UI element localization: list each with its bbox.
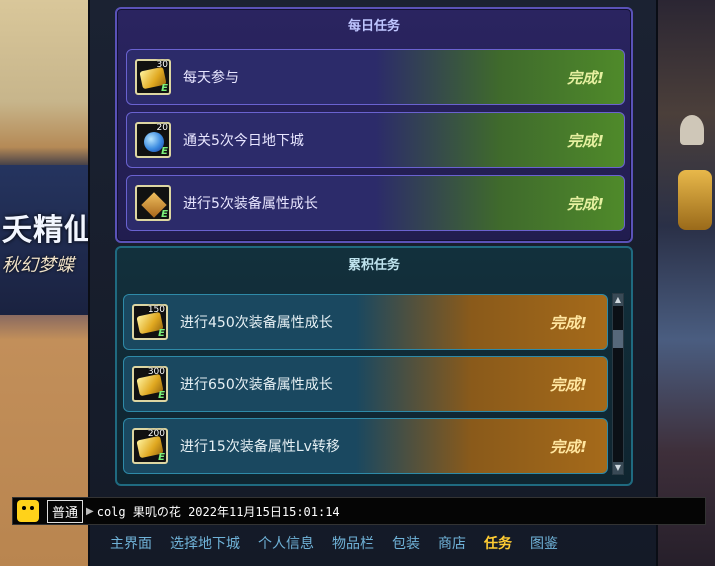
- gold-coin-icon: 150 E: [132, 304, 168, 340]
- accumulated-task-row[interactable]: 300 E 进行650次装备属性成长 完成!: [123, 356, 608, 412]
- nav-inventory[interactable]: 物品栏: [332, 533, 374, 553]
- task-name: 每天参与: [183, 70, 239, 86]
- task-status: 完成!: [550, 313, 587, 332]
- task-status: 完成!: [567, 131, 604, 150]
- right-game-background: [655, 0, 715, 566]
- accumulated-task-row[interactable]: 200 E 进行15次装备属性Lv转移 完成!: [123, 418, 608, 474]
- task-list-scrollbar[interactable]: ▲ ▼: [612, 293, 624, 475]
- event-banner[interactable]: 夭精仙 秋幻梦蝶: [0, 165, 88, 315]
- task-name: 进行15次装备属性Lv转移: [180, 439, 340, 455]
- daily-quests-title: 每日任务: [347, 19, 400, 34]
- blue-gem-icon: 20 E: [135, 122, 171, 158]
- daily-task-row[interactable]: 30 E 每天参与 完成!: [126, 49, 625, 105]
- helmet-icon[interactable]: [680, 115, 704, 145]
- accumulated-task-row[interactable]: 150 E 进行450次装备属性成长 完成!: [123, 294, 608, 350]
- task-status: 完成!: [567, 194, 604, 213]
- nav-main[interactable]: 主界面: [110, 533, 152, 553]
- nav-shop[interactable]: 商店: [438, 533, 466, 553]
- daily-task-row[interactable]: E 进行5次装备属性成长 完成!: [126, 175, 625, 231]
- nav-quest[interactable]: 任务: [484, 533, 512, 553]
- equipment-chip-icon: E: [135, 185, 171, 221]
- gold-coin-icon: 30 E: [135, 59, 171, 95]
- task-name: 通关5次今日地下城: [183, 133, 304, 149]
- gold-coin-icon: 300 E: [132, 366, 168, 402]
- daily-task-row[interactable]: 20 E 通关5次今日地下城 完成!: [126, 112, 625, 168]
- shield-emblem-icon[interactable]: [678, 170, 712, 230]
- chat-bar[interactable]: 普通 ▶ colg 果叽の花 2022年11月15日15:01:14: [12, 497, 706, 525]
- chevron-right-icon: ▶: [86, 505, 94, 517]
- scroll-down-icon[interactable]: ▼: [613, 462, 623, 474]
- bottom-nav: 主界面 选择地下城 个人信息 物品栏 包装 商店 任务 图鉴: [110, 528, 630, 558]
- scroll-thumb[interactable]: [613, 330, 623, 348]
- task-status: 完成!: [550, 437, 587, 456]
- gold-coin-icon: 200 E: [132, 428, 168, 464]
- nav-collection[interactable]: 图鉴: [530, 533, 558, 553]
- banner-title: 夭精仙: [2, 213, 88, 248]
- task-name: 进行5次装备属性成长: [183, 196, 318, 212]
- accumulated-quests-title: 累积任务: [347, 258, 400, 273]
- chat-message: colg 果叽の花 2022年11月15日15:01:14: [96, 504, 340, 519]
- scroll-up-icon[interactable]: ▲: [613, 294, 623, 306]
- nav-profile[interactable]: 个人信息: [258, 533, 314, 553]
- task-name: 进行450次装备属性成长: [180, 315, 333, 331]
- chat-channel[interactable]: 普通: [47, 499, 84, 523]
- nav-avatar[interactable]: 包装: [392, 533, 420, 553]
- task-status: 完成!: [550, 375, 587, 394]
- task-name: 进行650次装备属性成长: [180, 377, 333, 393]
- emoji-icon[interactable]: [17, 500, 39, 522]
- task-status: 完成!: [567, 68, 604, 87]
- banner-subtitle: 秋幻梦蝶: [2, 255, 74, 276]
- nav-select-dungeon[interactable]: 选择地下城: [170, 533, 240, 553]
